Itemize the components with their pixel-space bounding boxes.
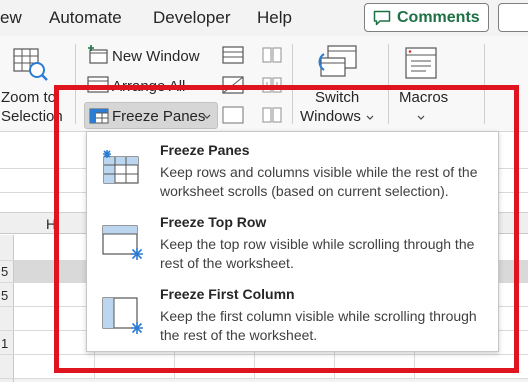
- view-ribbon: Zoom to Selection New Window Arrange All: [0, 36, 528, 132]
- freeze-panes-button-label: Freeze Panes: [112, 108, 206, 125]
- column-header-h[interactable]: H: [46, 216, 56, 232]
- arrange-all-icon[interactable]: [87, 76, 109, 94]
- menu-item-title: Freeze First Column: [160, 286, 295, 302]
- comments-button-label: Comments: [397, 8, 480, 26]
- menu-item-title: Freeze Panes: [160, 142, 250, 158]
- row-header-column: [0, 235, 14, 382]
- zoom-to-selection-label-1[interactable]: Zoom to: [1, 89, 56, 106]
- menu-item-freeze-panes[interactable]: Freeze Panes Keep rows and columns visib…: [87, 132, 498, 204]
- ribbon-separator: [388, 44, 389, 124]
- new-window-label[interactable]: New Window: [112, 48, 200, 65]
- row-number[interactable]: 1: [1, 336, 8, 351]
- chevron-down-icon: [366, 115, 374, 120]
- tab-help[interactable]: Help: [257, 8, 292, 28]
- freeze-panes-button[interactable]: Freeze Panes: [84, 102, 218, 129]
- ribbon-separator: [75, 44, 76, 124]
- switch-windows-icon[interactable]: [316, 44, 358, 82]
- tab-developer[interactable]: Developer: [153, 8, 231, 28]
- menu-item-title: Freeze Top Row: [160, 214, 267, 230]
- row-number[interactable]: 5: [1, 288, 8, 303]
- macros-label[interactable]: Macros: [399, 89, 448, 106]
- reset-window-position-icon[interactable]: [262, 106, 282, 124]
- ribbon-separator: [292, 44, 293, 124]
- chevron-down-icon: [417, 115, 425, 120]
- zoom-to-selection-label-2[interactable]: Selection: [1, 108, 63, 125]
- comment-icon: [373, 10, 391, 25]
- freeze-panes-icon: [103, 150, 139, 184]
- freeze-panes-menu: Freeze Panes Keep rows and columns visib…: [86, 131, 499, 352]
- switch-windows-label-2[interactable]: Windows: [300, 108, 361, 125]
- menu-item-description: Keep rows and columns visible while the …: [160, 164, 478, 199]
- unhide-window-icon[interactable]: [222, 106, 244, 124]
- ribbon-tab-bar: ew Automate Developer Help Comments: [0, 0, 528, 36]
- arrange-all-label[interactable]: Arrange All: [112, 78, 185, 95]
- view-side-by-side-icon[interactable]: [262, 46, 282, 64]
- new-window-icon[interactable]: [87, 45, 109, 65]
- switch-windows-label-1[interactable]: Switch: [315, 89, 359, 106]
- hide-window-icon[interactable]: [222, 76, 244, 94]
- freeze-first-column-icon: [102, 297, 143, 334]
- tab-automate[interactable]: Automate: [49, 8, 122, 28]
- freeze-panes-icon: [89, 108, 109, 124]
- tab-view[interactable]: ew: [0, 8, 22, 28]
- comments-button[interactable]: Comments: [364, 3, 489, 32]
- grid-line: [0, 354, 528, 355]
- split-icon[interactable]: [222, 46, 244, 64]
- menu-item-freeze-first-column[interactable]: Freeze First Column Keep the first colum…: [87, 276, 498, 348]
- menu-item-freeze-top-row[interactable]: Freeze Top Row Keep the top row visible …: [87, 204, 498, 276]
- menu-item-description: Keep the first column visible while scro…: [160, 308, 477, 343]
- chevron-down-icon: [203, 114, 211, 119]
- synchronous-scrolling-icon[interactable]: [262, 76, 282, 94]
- share-button[interactable]: [498, 3, 528, 32]
- freeze-top-row-icon: [102, 225, 143, 260]
- macros-icon[interactable]: [404, 46, 440, 82]
- ribbon-separator: [484, 44, 485, 124]
- menu-item-description: Keep the top row visible while scrolling…: [160, 236, 475, 271]
- zoom-to-selection-icon[interactable]: [13, 48, 49, 82]
- row-number[interactable]: 5: [1, 264, 8, 279]
